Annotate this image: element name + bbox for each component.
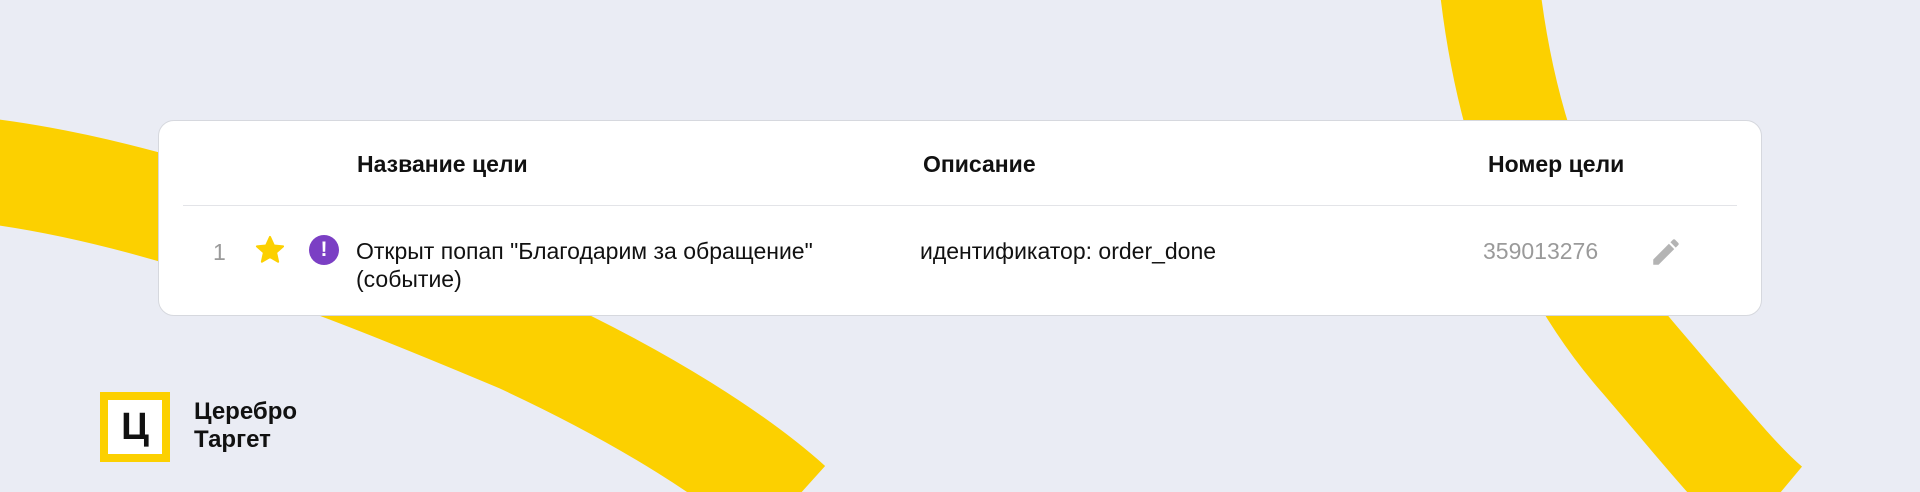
- brand-logo-letter: Ц: [108, 400, 162, 454]
- goal-name: Открыт попап "Благодарим за обращение" (…: [356, 238, 813, 292]
- star-icon[interactable]: [254, 234, 286, 266]
- brand-name: Церебро Таргет: [194, 398, 297, 454]
- brand-logo: Ц: [100, 392, 170, 462]
- goal-number: 359013276: [1483, 238, 1599, 264]
- row-index: 1: [213, 239, 226, 265]
- brand-name-line2: Таргет: [194, 426, 271, 453]
- header-divider: [183, 205, 1737, 206]
- goal-description: идентификатор: order_done: [920, 238, 1217, 264]
- exclamation-icon: !: [309, 235, 339, 265]
- header-goal-name: Название цели: [357, 151, 528, 177]
- pencil-icon[interactable]: [1649, 235, 1683, 269]
- goals-table-card: Название цели Описание Номер цели 1 ! От…: [158, 120, 1762, 316]
- header-description: Описание: [923, 151, 1036, 177]
- brand-name-line1: Церебро: [194, 398, 298, 425]
- header-goal-number: Номер цели: [1488, 151, 1625, 177]
